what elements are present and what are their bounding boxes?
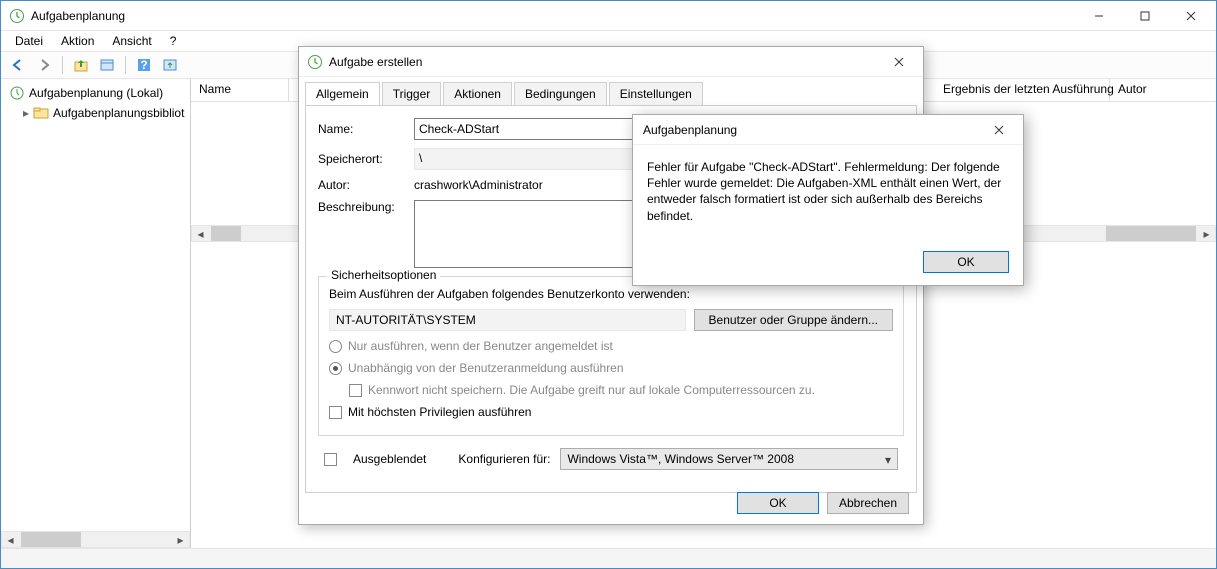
window-title: Aufgabenplanung	[31, 9, 1076, 23]
menu-help[interactable]: ?	[162, 32, 185, 50]
security-options-group: Sicherheitsoptionen Beim Ausführen der A…	[318, 276, 904, 436]
tab-conditions[interactable]: Bedingungen	[514, 82, 607, 106]
radio-icon	[329, 340, 342, 353]
statusbar	[1, 548, 1216, 568]
scroll-right-icon[interactable]: ▸	[172, 532, 189, 547]
close-button[interactable]	[1168, 1, 1214, 30]
properties-button[interactable]	[96, 54, 118, 76]
back-button[interactable]	[7, 54, 29, 76]
svg-text:?: ?	[140, 58, 147, 72]
scroll-right-icon[interactable]: ▸	[1198, 226, 1215, 241]
checkbox-icon	[349, 384, 362, 397]
folder-icon	[33, 105, 49, 121]
configure-for-select[interactable]: Windows Vista™, Windows Server™ 2008 ▾	[560, 448, 898, 470]
checkbox-hidden[interactable]	[324, 453, 337, 466]
dialog-close-button[interactable]	[883, 48, 915, 76]
tab-general[interactable]: Allgemein	[305, 82, 380, 106]
checkbox-icon	[329, 406, 342, 419]
scroll-left-icon[interactable]: ◂	[2, 532, 19, 547]
radio-run-when-logged-on[interactable]: Nur ausführen, wenn der Benutzer angemel…	[329, 339, 893, 353]
maximize-button[interactable]	[1122, 1, 1168, 30]
label-location: Speicherort:	[318, 152, 414, 166]
chevron-right-icon: ▸	[23, 106, 33, 120]
tree-root-label: Aufgabenplanung (Lokal)	[29, 86, 163, 100]
up-button[interactable]	[70, 54, 92, 76]
label-hidden: Ausgeblendet	[353, 452, 426, 466]
forward-button[interactable]	[33, 54, 55, 76]
dialog-title: Aufgabe erstellen	[329, 55, 883, 69]
label-name: Name:	[318, 122, 414, 136]
radio-icon	[329, 362, 342, 375]
account-field: NT-AUTORITÄT\SYSTEM	[329, 309, 686, 331]
column-name[interactable]: Name	[191, 79, 289, 101]
messagebox-title: Aufgabenplanung	[643, 123, 985, 137]
security-prompt: Beim Ausführen der Aufgaben folgendes Be…	[329, 287, 893, 301]
label-description: Beschreibung:	[318, 200, 414, 214]
clock-icon	[307, 54, 323, 70]
tabstrip: Allgemein Trigger Aktionen Bedingungen E…	[299, 81, 923, 105]
dialog-titlebar: Aufgabe erstellen	[299, 47, 923, 77]
change-user-button[interactable]: Benutzer oder Gruppe ändern...	[694, 309, 893, 331]
error-messagebox: Aufgabenplanung Fehler für Aufgabe "Chec…	[632, 114, 1024, 286]
checkbox-highest-privileges[interactable]: Mit höchsten Privilegien ausführen	[329, 405, 893, 419]
clock-icon	[9, 8, 25, 24]
scrollbar-thumb[interactable]	[21, 532, 81, 547]
messagebox-text: Fehler für Aufgabe "Check-ADStart". Fehl…	[633, 145, 1023, 224]
column-last-result[interactable]: Ergebnis der letzten Ausführung	[935, 79, 1110, 101]
tree-library[interactable]: ▸ Aufgabenplanungsbibliot	[1, 103, 190, 123]
menu-file[interactable]: Datei	[7, 32, 51, 50]
security-group-title: Sicherheitsoptionen	[327, 268, 440, 282]
chevron-down-icon: ▾	[885, 453, 891, 467]
clock-icon	[9, 85, 25, 101]
tree-root[interactable]: Aufgabenplanung (Lokal)	[1, 83, 190, 103]
messagebox-close-button[interactable]	[985, 117, 1013, 143]
menu-view[interactable]: Ansicht	[104, 32, 159, 50]
cancel-button[interactable]: Abbrechen	[827, 492, 909, 514]
scroll-left-icon[interactable]: ◂	[192, 226, 209, 241]
radio-run-any[interactable]: Unabhängig von der Benutzeranmeldung aus…	[329, 361, 893, 375]
checkbox-no-password[interactable]: Kennwort nicht speichern. Die Aufgabe gr…	[349, 383, 893, 397]
tree-library-label: Aufgabenplanungsbibliot	[53, 106, 184, 120]
tab-trigger[interactable]: Trigger	[382, 82, 442, 106]
messagebox-titlebar: Aufgabenplanung	[633, 115, 1023, 145]
scrollbar-thumb[interactable]	[211, 226, 241, 241]
refresh-button[interactable]	[159, 54, 181, 76]
tab-actions[interactable]: Aktionen	[443, 82, 512, 106]
column-author[interactable]: Autor	[1110, 79, 1216, 101]
ok-button[interactable]: OK	[737, 492, 819, 514]
minimize-button[interactable]	[1076, 1, 1122, 30]
help-button[interactable]: ?	[133, 54, 155, 76]
messagebox-ok-button[interactable]: OK	[923, 251, 1009, 273]
menu-action[interactable]: Aktion	[53, 32, 102, 50]
label-author: Autor:	[318, 178, 414, 192]
label-configure-for: Konfigurieren für:	[458, 452, 550, 466]
titlebar: Aufgabenplanung	[1, 1, 1216, 31]
tab-settings[interactable]: Einstellungen	[609, 82, 703, 106]
tree-pane: Aufgabenplanung (Lokal) ▸ Aufgabenplanun…	[1, 79, 191, 548]
scrollbar-thumb[interactable]	[1106, 226, 1196, 241]
